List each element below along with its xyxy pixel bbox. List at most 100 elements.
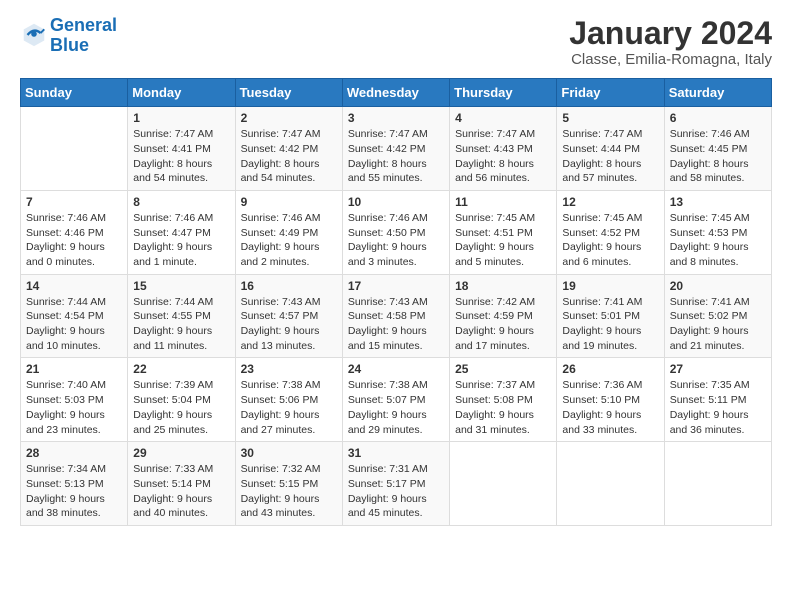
cell-day-number: 16 (241, 279, 337, 293)
cell-daylight-label: Daylight: 9 hours (670, 325, 749, 337)
cell-daylight-mins: and 17 minutes. (455, 340, 530, 352)
cell-sunrise: Sunrise: 7:46 AM (348, 212, 428, 224)
cell-info: Sunrise: 7:47 AMSunset: 4:42 PMDaylight:… (348, 127, 444, 186)
cell-daylight-mins: and 21 minutes. (670, 340, 745, 352)
cell-info: Sunrise: 7:39 AMSunset: 5:04 PMDaylight:… (133, 378, 229, 437)
cell-sunset: Sunset: 5:17 PM (348, 478, 426, 490)
weekday-header-friday: Friday (557, 79, 664, 107)
cell-daylight-mins: and 58 minutes. (670, 172, 745, 184)
calendar-week-2: 7Sunrise: 7:46 AMSunset: 4:46 PMDaylight… (21, 190, 772, 274)
cell-sunset: Sunset: 5:07 PM (348, 394, 426, 406)
cell-day-number: 8 (133, 195, 229, 209)
cell-info: Sunrise: 7:34 AMSunset: 5:13 PMDaylight:… (26, 462, 122, 521)
cell-day-number: 26 (562, 362, 658, 376)
cell-sunrise: Sunrise: 7:45 AM (670, 212, 750, 224)
cell-daylight-mins: and 10 minutes. (26, 340, 101, 352)
cell-daylight-label: Daylight: 9 hours (455, 325, 534, 337)
cell-sunrise: Sunrise: 7:43 AM (348, 296, 428, 308)
header: General Blue January 2024 Classe, Emilia… (20, 16, 772, 68)
cell-info: Sunrise: 7:44 AMSunset: 4:54 PMDaylight:… (26, 295, 122, 354)
cell-day-number: 20 (670, 279, 766, 293)
cell-daylight-mins: and 1 minute. (133, 256, 197, 268)
cell-day-number: 21 (26, 362, 122, 376)
calendar-cell: 10 Sunrise: 7:46 AMSunset: 4:50 PMDayligh… (342, 190, 449, 274)
calendar-cell: 14Sunrise: 7:44 AMSunset: 4:54 PMDayligh… (21, 274, 128, 358)
cell-daylight-label: Daylight: 8 hours (455, 158, 534, 170)
cell-daylight-label: Daylight: 8 hours (562, 158, 641, 170)
logo: General Blue (20, 16, 117, 56)
cell-info: Sunrise: 7:44 AMSunset: 4:55 PMDaylight:… (133, 295, 229, 354)
cell-daylight-mins: and 31 minutes. (455, 424, 530, 436)
cell-daylight-mins: and 54 minutes. (241, 172, 316, 184)
cell-sunset: Sunset: 4:54 PM (26, 310, 104, 322)
cell-daylight-mins: and 23 minutes. (26, 424, 101, 436)
calendar-cell: 25Sunrise: 7:37 AMSunset: 5:08 PMDayligh… (450, 358, 557, 442)
cell-sunrise: Sunrise: 7:41 AM (562, 296, 642, 308)
calendar-cell: 26Sunrise: 7:36 AMSunset: 5:10 PMDayligh… (557, 358, 664, 442)
cell-daylight-mins: and 3 minutes. (348, 256, 417, 268)
calendar-cell: 30Sunrise: 7:32 AMSunset: 5:15 PMDayligh… (235, 442, 342, 526)
cell-info: Sunrise: 7:38 AMSunset: 5:07 PMDaylight:… (348, 378, 444, 437)
calendar-cell: 1Sunrise: 7:47 AMSunset: 4:41 PMDaylight… (128, 107, 235, 191)
cell-sunset: Sunset: 5:03 PM (26, 394, 104, 406)
calendar-cell: 2Sunrise: 7:47 AMSunset: 4:42 PMDaylight… (235, 107, 342, 191)
cell-sunset: Sunset: 4:43 PM (455, 143, 533, 155)
cell-sunrise: Sunrise: 7:47 AM (562, 128, 642, 140)
cell-sunset: Sunset: 4:55 PM (133, 310, 211, 322)
cell-sunrise: Sunrise: 7:46 AM (133, 212, 213, 224)
cell-sunset: Sunset: 4:53 PM (670, 227, 748, 239)
calendar-cell: 23 Sunrise: 7:38 AMSunset: 5:06 PMDayligh… (235, 358, 342, 442)
cell-daylight-label: Daylight: 9 hours (133, 493, 212, 505)
cell-day-number: 18 (455, 279, 551, 293)
cell-sunrise: Sunrise: 7:42 AM (455, 296, 535, 308)
calendar-cell: 28Sunrise: 7:34 AMSunset: 5:13 PMDayligh… (21, 442, 128, 526)
cell-day-number: 23 (241, 362, 337, 376)
calendar-cell (557, 442, 664, 526)
cell-info: Sunrise: 7:42 AM Sunset: 4:59 PM Daylight:… (455, 295, 551, 354)
cell-sunset: Sunset: 4:59 PM (455, 310, 533, 322)
cell-day-number: 10 (348, 195, 444, 209)
cell-sunrise: Sunrise: 7:47 AM (455, 128, 535, 140)
cell-info: Sunrise: 7:40 AMSunset: 5:03 PMDaylight:… (26, 378, 122, 437)
cell-sunset: Sunset: 4:47 PM (133, 227, 211, 239)
cell-sunrise: Sunrise: 7:35 AM (670, 379, 750, 391)
cell-daylight-label: Daylight: 9 hours (26, 493, 105, 505)
cell-daylight-label: Daylight: 9 hours (455, 409, 534, 421)
cell-sunrise: Sunrise: 7:39 AM (133, 379, 213, 391)
calendar-cell: 31Sunrise: 7:31 AMSunset: 5:17 PMDayligh… (342, 442, 449, 526)
cell-daylight-label: Daylight: 9 hours (348, 325, 427, 337)
cell-info: Sunrise: 7:45 AM Sunset: 4:53 PM Daylight:… (670, 211, 766, 270)
cell-daylight-mins: and 38 minutes. (26, 507, 101, 519)
cell-daylight-mins: and 0 minutes. (26, 256, 95, 268)
cell-daylight-label: Daylight: 9 hours (26, 409, 105, 421)
cell-sunrise: Sunrise: 7:44 AM (26, 296, 106, 308)
cell-day-number: 24 (348, 362, 444, 376)
cell-daylight-label: Daylight: 9 hours (348, 241, 427, 253)
weekday-header-monday: Monday (128, 79, 235, 107)
cell-sunset: Sunset: 5:11 PM (670, 394, 747, 406)
cell-day-number: 22 (133, 362, 229, 376)
cell-daylight-mins: and 2 minutes. (241, 256, 310, 268)
cell-info: Sunrise: 7:38 AMSunset: 5:06 PMDaylight:… (241, 378, 337, 437)
cell-daylight-label: Daylight: 9 hours (670, 241, 749, 253)
cell-sunrise: Sunrise: 7:43 AM (241, 296, 321, 308)
cell-sunrise: Sunrise: 7:47 AM (133, 128, 213, 140)
cell-daylight-label: Daylight: 9 hours (348, 493, 427, 505)
cell-sunrise: Sunrise: 7:46 AM (26, 212, 106, 224)
cell-sunrise: Sunrise: 7:33 AM (133, 463, 213, 475)
cell-sunrise: Sunrise: 7:45 AM (562, 212, 642, 224)
cell-daylight-mins: and 19 minutes. (562, 340, 637, 352)
cell-sunset: Sunset: 5:10 PM (562, 394, 640, 406)
cell-sunset: Sunset: 5:02 PM (670, 310, 748, 322)
cell-day-number: 29 (133, 446, 229, 460)
cell-sunset: Sunset: 5:01 PM (562, 310, 640, 322)
cell-daylight-label: Daylight: 9 hours (26, 241, 105, 253)
cell-day-number: 1 (133, 111, 229, 125)
cell-info: Sunrise: 7:46 AMSunset: 4:50 PMDaylight:… (348, 211, 444, 270)
cell-daylight-mins: and 36 minutes. (670, 424, 745, 436)
logo-text: General Blue (50, 16, 117, 56)
cell-sunrise: Sunrise: 7:46 AM (241, 212, 321, 224)
calendar-cell: 11Sunrise: 7:45 AMSunset: 4:51 PMDayligh… (450, 190, 557, 274)
calendar-cell: 13Sunrise: 7:45 AMSunset: 4:53 PMDayligh… (664, 190, 771, 274)
cell-sunrise: Sunrise: 7:36 AM (562, 379, 642, 391)
